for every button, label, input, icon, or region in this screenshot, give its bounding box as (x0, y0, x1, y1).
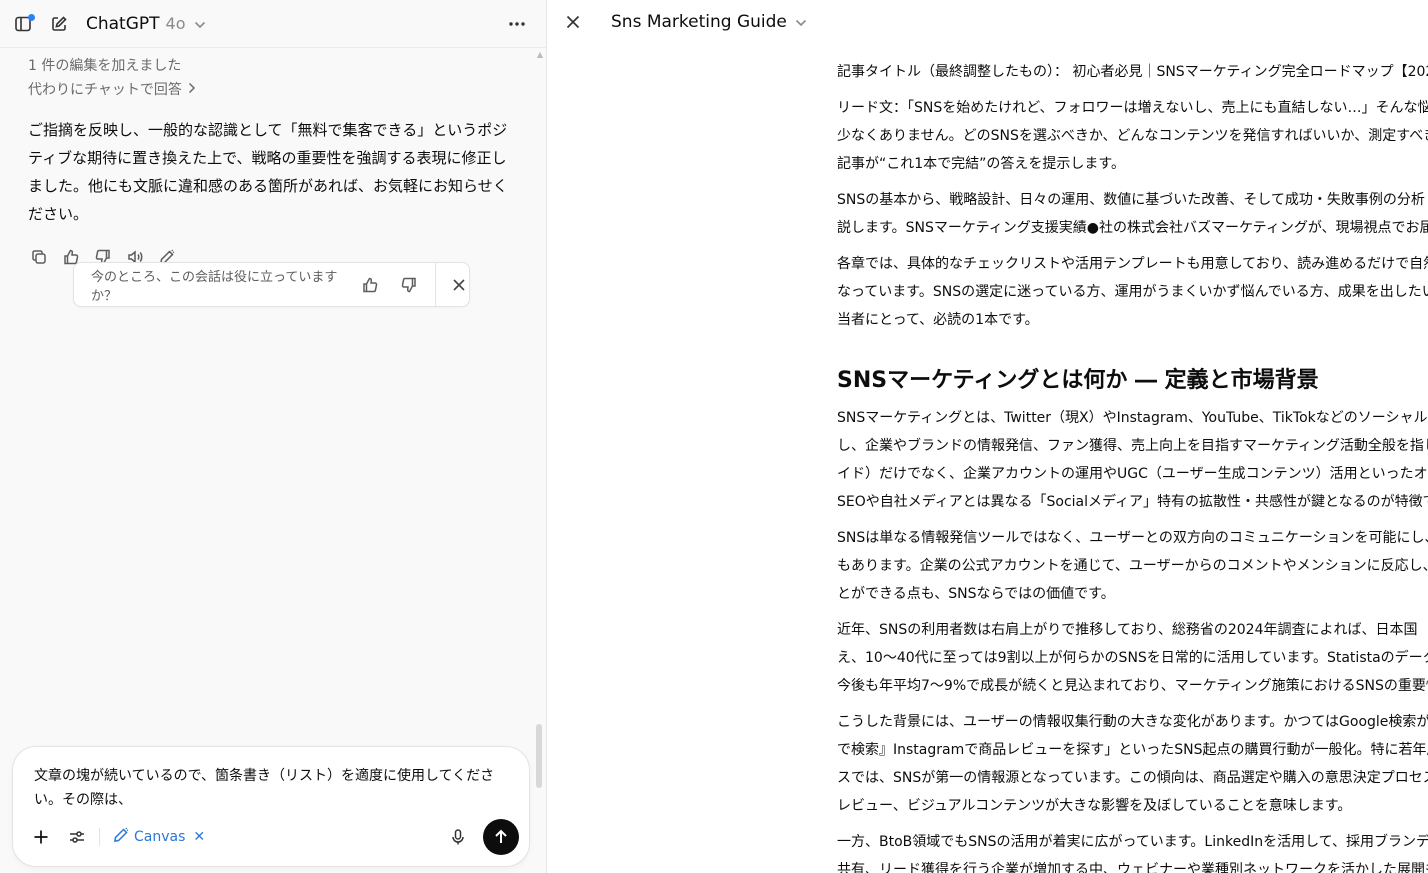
reply-in-chat-label: 代わりにチャットで回答 (28, 82, 182, 98)
microphone-icon[interactable] (447, 826, 469, 848)
scroll-up-arrow-icon[interactable]: ▲ (537, 50, 543, 59)
feedback-thumbs-down-icon[interactable] (399, 274, 419, 296)
doc-line: で検索』Instagramで商品レビューを探す」といったSNS起点の購買行動が一… (837, 742, 1428, 758)
doc-line: こうした背景には、ユーザーの情報収集行動の大きな変化があります。かつてはGoog… (837, 714, 1428, 730)
more-options-icon[interactable] (506, 13, 528, 35)
tools-icon[interactable] (65, 825, 89, 849)
doc-line: なっています。SNSの選定に迷っている方、運用がうまくいかず悩んでいる方、成果を… (837, 284, 1428, 300)
chevron-down-icon (194, 14, 206, 34)
chat-header: ChatGPT 4o (0, 0, 546, 48)
notification-dot (28, 13, 35, 21)
close-canvas-icon[interactable] (565, 14, 581, 30)
doc-line: え、10〜40代に至っては9割以上が何らかのSNSを日常的に活用しています。St… (837, 650, 1428, 666)
composer-toolbar: Canvas ✕ (29, 819, 519, 855)
doc-paragraph: SNSは単なる情報発信ツールではなく、ユーザーとの双方向のコミュニケーションを可… (837, 524, 1428, 608)
doc-paragraph: リード文：「SNSを始めたけれど、フォロワーは増えないし、売上にも直結しない…」… (837, 94, 1428, 178)
message-input[interactable]: 文章の塊が続いているので、箇条書き（リスト）を適度に使用してください。その際は、 (34, 764, 514, 812)
doc-line: イド）だけでなく、企業アカウントの運用やUGC（ユーザー生成コンテンツ）活用とい… (837, 466, 1428, 482)
doc-line: 記事が“これ1本で完結”の答えを提示します。 (837, 156, 1126, 172)
doc-line: SEOや自社メディアとは異なる「Socialメディア」特有の拡散性・共感性が鍵と… (837, 494, 1428, 510)
canvas-tool-pill[interactable]: Canvas ✕ (112, 826, 205, 848)
reply-in-chat-link[interactable]: 代わりにチャットで回答 (28, 78, 196, 102)
assistant-message: ご指摘を反映し、一般的な認識として「無料で集客できる」というポジティブな期待に置… (28, 121, 508, 223)
doc-line: 当者にとって、必読の1本です。 (837, 312, 1039, 328)
model-name: ChatGPT (86, 13, 160, 34)
chat-thread: 1 件の編集を加えました 代わりにチャットで回答 ご指摘を反映し、一般的な認識と… (0, 48, 520, 267)
feedback-thumbs-up-icon[interactable] (360, 274, 380, 296)
doc-line: 今後も年平均7〜9%で成長が続くと見込まれており、マーケティング施策におけるSN… (837, 678, 1428, 694)
doc-paragraph: 記事タイトル（最終調整したもの）： 初心者必見｜SNSマーケティング完全ロードマ… (837, 58, 1428, 86)
edit-note: 1 件の編集を加えました (28, 58, 182, 74)
doc-line: レビュー、ビジュアルコンテンツが大きな影響を及ぼしていることを意味します。 (837, 798, 1352, 814)
feedback-divider (434, 262, 436, 307)
doc-line: スでは、SNSが第一の情報源となっています。この傾向は、商品選定や購入の意思決定… (837, 770, 1428, 786)
doc-line: もあります。企業の公式アカウントを通じて、ユーザーからのコメントやメンションに反… (837, 558, 1428, 574)
doc-line: リード文：「SNSを始めたけれど、フォロワーは増えないし、売上にも直結しない…」… (837, 100, 1428, 116)
doc-paragraph: 一方、BtoB領域でもSNSの活用が着実に広がっています。LinkedInを活用… (837, 828, 1428, 873)
doc-line: 各章では、具体的なチェックリストや活用テンプレートも用意しており、読み進めるだけ… (837, 256, 1428, 272)
doc-line: SNSの基本から、戦略設計、日々の運用、数値に基づいた改善、そして成功・失敗事例… (837, 192, 1425, 208)
model-selector[interactable]: ChatGPT 4o (86, 14, 206, 34)
doc-line: SNSマーケティングとは、Twitter（現X）やInstagram、YouTu… (837, 410, 1428, 426)
chevron-right-icon (188, 78, 196, 102)
feedback-bar: 今のところ、この会話は役に立っていますか？ (73, 262, 470, 307)
doc-line: 一方、BtoB領域でもSNSの活用が着実に広がっています。LinkedInを活用… (837, 834, 1428, 850)
doc-line: SNSは単なる情報発信ツールではなく、ユーザーとの双方向のコミュニケーションを可… (837, 530, 1428, 546)
feedback-question: 今のところ、この会話は役に立っていますか？ (91, 269, 338, 304)
document-title-selector[interactable]: Sns Marketing Guide (611, 12, 807, 32)
doc-line: し、企業やブランドの情報発信、ファン獲得、売上向上を目指すマーケティング活動全般… (837, 438, 1428, 454)
new-chat-icon[interactable] (48, 13, 70, 35)
message-composer: 文章の塊が続いているので、箇条書き（リスト）を適度に使用してください。その際は、… (12, 746, 530, 867)
canvas-label: Canvas (134, 829, 186, 845)
section-heading: SNSマーケティングとは何か ― 定義と市場背景 (837, 368, 1319, 393)
chat-panel: ChatGPT 4o ▲ 1 件の編集を加えました 代わりにチャットで回答 ご指… (0, 0, 547, 873)
chat-scrollbar[interactable] (536, 724, 542, 788)
document-title: Sns Marketing Guide (611, 12, 787, 32)
remove-canvas-icon[interactable]: ✕ (193, 829, 205, 845)
send-button[interactable] (483, 819, 519, 855)
canvas-panel: Sns Marketing Guide 記事タイトル（最終調整したもの）： 初心… (547, 0, 1428, 873)
doc-line: 近年、SNSの利用者数は右肩上がりで推移しており、総務省の2024年調査によれば… (837, 622, 1418, 638)
copy-icon[interactable] (28, 246, 49, 267)
doc-line: 説します。SNSマーケティング支援実績●社の株式会社バズマーケティングが、現場視… (837, 220, 1428, 236)
doc-paragraph: 各章では、具体的なチェックリストや活用テンプレートも用意しており、読み進めるだけ… (837, 250, 1428, 334)
doc-paragraph: こうした背景には、ユーザーの情報収集行動の大きな変化があります。かつてはGoog… (837, 708, 1428, 820)
canvas-pen-icon (112, 826, 130, 848)
document-body[interactable]: 記事タイトル（最終調整したもの）： 初心者必見｜SNSマーケティング完全ロードマ… (837, 58, 1428, 873)
model-version: 4o (165, 13, 186, 33)
doc-paragraph: 近年、SNSの利用者数は右肩上がりで推移しており、総務省の2024年調査によれば… (837, 616, 1428, 700)
app-window: ChatGPT 4o ▲ 1 件の編集を加えました 代わりにチャットで回答 ご指… (0, 0, 1428, 873)
plus-icon[interactable] (29, 825, 53, 849)
sidebar-toggle-icon[interactable] (12, 13, 35, 35)
doc-line: とができる点も、SNSならではの価値です。 (837, 586, 1115, 602)
doc-paragraph: SNSマーケティングとは、Twitter（現X）やInstagram、YouTu… (837, 404, 1428, 516)
doc-paragraph: SNSの基本から、戦略設計、日々の運用、数値に基づいた改善、そして成功・失敗事例… (837, 186, 1428, 242)
toolbar-divider (99, 828, 100, 846)
doc-line: 少なくありません。どのSNSを選ぶべきか、どんなコンテンツを発信すればいいか、測… (837, 128, 1428, 144)
chevron-down-icon (795, 12, 807, 32)
canvas-header: Sns Marketing Guide (547, 0, 1428, 44)
doc-line: 共有、リード獲得を行う企業が増加する中、ウェビナーや業種別ネットワークを活かした… (837, 862, 1428, 873)
feedback-close-icon[interactable] (449, 274, 469, 296)
doc-line: 記事タイトル（最終調整したもの）： 初心者必見｜SNSマーケティング完全ロードマ… (837, 64, 1428, 80)
